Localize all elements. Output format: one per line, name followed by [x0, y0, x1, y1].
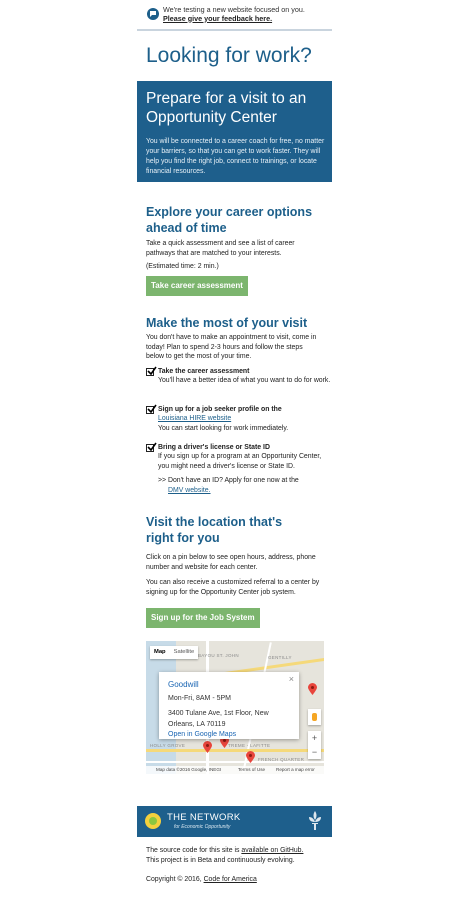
checkbox-checked-icon [146, 442, 157, 452]
map-label: FRENCH QUARTER [258, 757, 305, 762]
checkbox-checked-icon [146, 366, 157, 376]
location-hours: Mon-Fri, 8AM - 5PM [168, 695, 232, 702]
chat-bubble-icon [147, 8, 159, 20]
map-pin-icon[interactable] [246, 751, 255, 763]
visit-heading: Make the most of your visit [146, 316, 308, 330]
zoom-in-button[interactable]: + [308, 731, 321, 745]
zoom-control: + − [308, 731, 321, 759]
page-title: Looking for work? [146, 44, 312, 67]
copyright: Copyright © 2016, Code for America [146, 875, 336, 885]
location-name: Goodwill [168, 680, 199, 689]
visit-body: You don't have to make an appointment to… [146, 334, 317, 361]
hero-panel: Prepare for a visit to an Opportunity Ce… [137, 81, 332, 182]
step-title: Take the career assessment [158, 368, 250, 375]
map-label: BAYOU ST. JOHN [198, 653, 239, 658]
hero-body: You will be connected to a career coach … [146, 138, 325, 175]
source-text: The source code for this site is [146, 847, 240, 854]
open-google-maps-link[interactable]: Open in Google Maps [168, 731, 236, 738]
step-desc: If you sign up for a program at an Oppor… [158, 453, 322, 470]
checkbox-checked-icon [146, 404, 157, 414]
zoom-out-button[interactable]: − [308, 745, 321, 759]
explore-heading: Explore your career options ahead of tim… [146, 205, 313, 235]
location-heading: Visit the location that's right for you [146, 515, 283, 545]
explore-estimate: (Estimated time: 2 min.) [146, 263, 219, 270]
louisiana-hire-link[interactable]: Louisiana HIRE website [158, 414, 336, 424]
id-note: >> Don't have an ID? Apply for one now a… [158, 476, 328, 495]
map-attribution: Map data ©2016 Google, INEGI Terms of Us… [146, 766, 324, 774]
map-label: TREME - LAFITTE [228, 743, 271, 748]
map-data-credit: Map data ©2016 Google, INEGI [156, 767, 222, 772]
location-map[interactable]: BAYOU ST. JOHN GENTILLY HOLLY GROVE TREM… [146, 641, 324, 774]
map-type-toggle: Map Satellite [150, 646, 199, 659]
step-title: Sign up for a job seeker profile on the [158, 406, 282, 413]
location-body-1: Click on a pin below to see open hours, … [146, 554, 316, 571]
feedback-text: We're testing a new website focused on y… [163, 5, 305, 23]
network-subtitle: for Economic Opportunity [174, 824, 231, 830]
map-label: GENTILLY [268, 655, 292, 660]
take-assessment-button[interactable]: Take career assessment [146, 276, 248, 296]
street-view-pegman-icon[interactable] [308, 709, 321, 725]
louisiana-hire-link-text[interactable]: Louisiana HIRE website [158, 415, 231, 422]
map-tab-satellite[interactable]: Satellite [170, 646, 199, 659]
network-title: THE NETWORK [167, 812, 241, 823]
report-map-error-link[interactable]: Report a map error [276, 766, 315, 774]
map-highway [146, 749, 324, 752]
network-banner[interactable]: THE NETWORK for Economic Opportunity [137, 806, 332, 837]
copyright-text: Copyright © 2016, [146, 876, 202, 883]
github-link[interactable]: available on GitHub. [241, 847, 303, 854]
map-label: HOLLY GROVE [150, 743, 186, 748]
step-desc: You'll have a better idea of what you wa… [158, 377, 331, 384]
step-title: Bring a driver's license or State ID [158, 444, 270, 451]
close-icon[interactable]: × [289, 674, 294, 684]
location-address: 3400 Tulane Ave, 1st Floor, New Orleans,… [168, 710, 269, 728]
map-info-window: Goodwill × Mon-Fri, 8AM - 5PM 3400 Tulan… [159, 672, 299, 739]
explore-body: Take a quick assessment and see a list o… [146, 240, 295, 257]
step-desc: You can start looking for work immediate… [158, 425, 289, 432]
map-tab-map[interactable]: Map [150, 646, 170, 659]
dmv-link[interactable]: DMV website. [158, 487, 211, 494]
job-system-signup-button[interactable]: Sign up for the Job System [146, 608, 260, 628]
feedback-banner: We're testing a new website focused on y… [137, 0, 332, 31]
terms-of-use-link[interactable]: Terms of Use [238, 766, 265, 774]
fleur-de-lis-icon [309, 811, 321, 830]
source-code-note: The source code for this site is availab… [146, 846, 336, 865]
hero-title: Prepare for a visit to an Opportunity Ce… [146, 90, 307, 126]
feedback-link[interactable]: Please give your feedback here. [163, 14, 272, 23]
code-for-america-link[interactable]: Code for America [204, 876, 257, 883]
network-logo-icon [145, 813, 161, 829]
beta-note: This project is in Beta and continuously… [146, 856, 295, 864]
map-pin-icon[interactable] [203, 741, 212, 753]
map-pin-icon[interactable] [308, 683, 317, 695]
id-note-text: >> Don't have an ID? Apply for one now a… [158, 477, 299, 484]
location-body-2: You can also receive a customized referr… [146, 579, 320, 596]
